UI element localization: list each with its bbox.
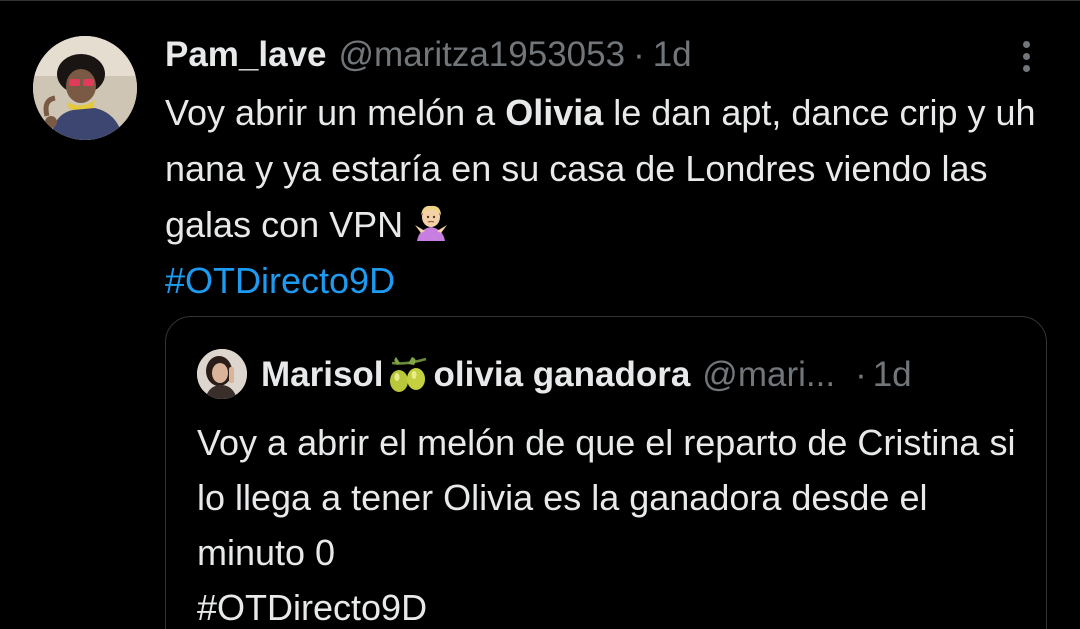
quoted-tweet[interactable]: Marisol olivia ganadora @mari... · 1d Vo… (165, 316, 1047, 629)
quoted-text-body: Voy a abrir el melón de que el reparto d… (197, 422, 1016, 573)
tweet[interactable]: Pam_lave @maritza1953053 · 1d Voy abrir … (0, 0, 1080, 629)
quoted-handle[interactable]: @mari... (702, 355, 835, 395)
hashtag-link[interactable]: #OTDirecto9D (165, 260, 395, 301)
quoted-hashtag[interactable]: #OTDirecto9D (197, 587, 427, 628)
quoted-avatar[interactable] (197, 349, 247, 399)
quoted-header: Marisol olivia ganadora @mari... · 1d (261, 353, 1021, 397)
person-shrugging-emoji (415, 205, 448, 241)
display-name[interactable]: Pam_lave (165, 35, 327, 75)
quoted-timestamp[interactable]: 1d (873, 355, 912, 395)
timestamp[interactable]: 1d (653, 35, 692, 75)
quoted-avatar-image (197, 349, 247, 399)
tweet-text-bold: Olivia (505, 92, 604, 133)
quoted-text: Voy a abrir el melón de que el reparto d… (197, 415, 1017, 629)
olive-emoji (389, 357, 426, 392)
quoted-display-name[interactable]: Marisol olivia ganadora (261, 355, 690, 395)
more-vertical-icon[interactable] (1012, 37, 1042, 77)
quoted-separator-dot: · (855, 355, 867, 394)
tweet-header: Pam_lave @maritza1953053 · 1d (165, 31, 692, 79)
quoted-name-part2: olivia ganadora (433, 355, 691, 394)
tweet-text: Voy abrir un melón a Olivia le dan apt, … (165, 85, 1045, 309)
tweet-text-part1: Voy abrir un melón a (165, 92, 506, 133)
quoted-name-part1: Marisol (261, 355, 384, 394)
user-handle[interactable]: @maritza1953053 (339, 35, 626, 75)
separator-dot: · (633, 35, 645, 74)
avatar[interactable] (33, 36, 137, 140)
avatar-image (33, 36, 137, 140)
